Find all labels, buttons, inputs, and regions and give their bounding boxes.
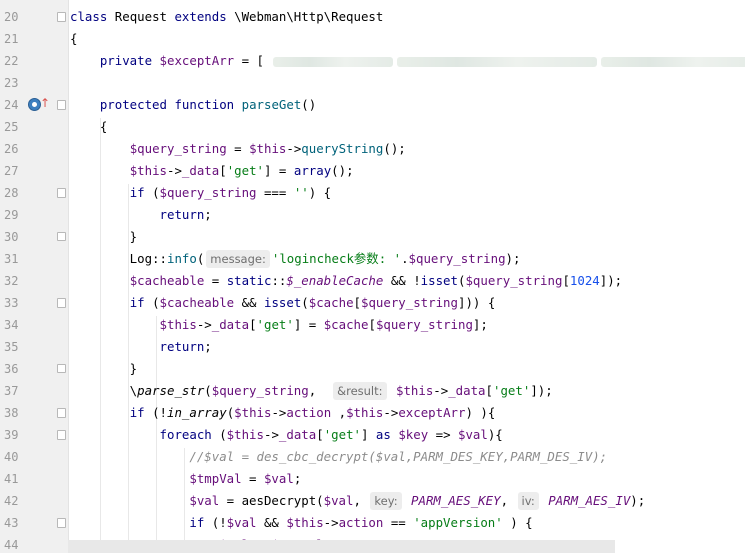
code-line[interactable]: 24 ↑ protected function parseGet() xyxy=(0,94,745,116)
fold-open-icon[interactable] xyxy=(57,298,66,308)
line-number[interactable]: 37 xyxy=(4,380,26,402)
code-line[interactable]: 30 } xyxy=(0,226,745,248)
line-number[interactable]: 32 xyxy=(4,270,26,292)
code-line[interactable]: 36 } xyxy=(0,358,745,380)
fold-open-icon[interactable] xyxy=(57,430,66,440)
fold-open-icon[interactable] xyxy=(57,100,66,110)
line-number[interactable]: 27 xyxy=(4,160,26,182)
fold-close-icon[interactable] xyxy=(57,232,66,241)
code-editor[interactable]: 20 class Request extends \Webman\Http\Req… xyxy=(0,0,745,553)
line-number[interactable]: 31 xyxy=(4,248,26,270)
fold-open-icon[interactable] xyxy=(57,408,66,418)
line-number[interactable]: 30 xyxy=(4,226,26,248)
code-line[interactable]: 32 $cacheable = static::$_enableCache &&… xyxy=(0,270,745,292)
line-number[interactable]: 40 xyxy=(4,446,26,468)
horizontal-scrollbar[interactable] xyxy=(68,540,615,553)
code-text[interactable]: { xyxy=(70,116,107,138)
code-line[interactable]: 37 \parse_str($query_string, &result: $t… xyxy=(0,380,745,402)
code-text[interactable]: } xyxy=(70,358,137,380)
code-text[interactable]: if ($query_string === '') { xyxy=(70,182,331,204)
line-number[interactable]: 42 xyxy=(4,490,26,512)
code-line[interactable]: 26 $query_string = $this->queryString(); xyxy=(0,138,745,160)
code-text[interactable]: if (!in_array($this->action ,$this->exce… xyxy=(70,402,496,424)
code-line[interactable]: 20 class Request extends \Webman\Http\Req… xyxy=(0,6,745,28)
code-line[interactable]: 41 $tmpVal = $val; xyxy=(0,468,745,490)
code-line[interactable]: 27 $this->_data['get'] = array(); xyxy=(0,160,745,182)
line-number[interactable]: 43 xyxy=(4,512,26,534)
line-number[interactable]: 39 xyxy=(4,424,26,446)
line-number[interactable]: 23 xyxy=(4,72,26,94)
code-line[interactable]: 22 private $exceptArr = [ xyxy=(0,50,745,72)
fold-open-icon[interactable] xyxy=(57,518,66,528)
code-line[interactable]: 31 Log::info(message:'loginсheck参数: '.$q… xyxy=(0,248,745,270)
code-text[interactable]: if ($cacheable && isset($cache[$query_st… xyxy=(70,292,496,314)
fold-close-icon[interactable] xyxy=(57,364,66,373)
code-text[interactable]: \parse_str($query_string, &result: $this… xyxy=(70,380,553,402)
code-line[interactable]: 35 return; xyxy=(0,336,745,358)
fold-open-icon[interactable] xyxy=(57,12,66,22)
line-number[interactable]: 22 xyxy=(4,50,26,72)
line-number[interactable]: 34 xyxy=(4,314,26,336)
line-number[interactable]: 24 xyxy=(4,94,26,116)
code-text[interactable]: class Request extends \Webman\Http\Reque… xyxy=(70,6,383,28)
code-text[interactable]: return; xyxy=(70,204,212,226)
line-number[interactable]: 26 xyxy=(4,138,26,160)
code-text[interactable]: $cacheable = static::$_enableCache && !i… xyxy=(70,270,622,292)
override-arrow-icon[interactable]: ↑ xyxy=(40,96,50,110)
code-line[interactable]: 23 xyxy=(0,72,745,94)
line-number[interactable]: 36 xyxy=(4,358,26,380)
code-text[interactable]: } xyxy=(70,226,137,248)
line-number[interactable]: 21 xyxy=(4,28,26,50)
line-number[interactable]: 29 xyxy=(4,204,26,226)
line-number[interactable]: 41 xyxy=(4,468,26,490)
code-line[interactable]: 29 return; xyxy=(0,204,745,226)
line-number[interactable]: 25 xyxy=(4,116,26,138)
code-text[interactable]: private $exceptArr = [ xyxy=(70,50,745,72)
fold-open-icon[interactable] xyxy=(57,188,66,198)
line-number[interactable]: 38 xyxy=(4,402,26,424)
code-text[interactable]: { xyxy=(70,28,77,50)
code-text[interactable]: $this->_data['get'] = $cache[$query_stri… xyxy=(70,314,488,336)
code-line[interactable]: 34 $this->_data['get'] = $cache[$query_s… xyxy=(0,314,745,336)
code-line[interactable]: 38 if (!in_array($this->action ,$this->e… xyxy=(0,402,745,424)
line-number[interactable]: 33 xyxy=(4,292,26,314)
code-line[interactable]: 42 $val = aesDecrypt($val, key: PARM_AES… xyxy=(0,490,745,512)
code-line[interactable]: 21 { xyxy=(0,28,745,50)
code-text[interactable]: protected function parseGet() xyxy=(70,94,316,116)
code-text[interactable]: //$val = des_cbc_decrypt($val,PARM_DES_K… xyxy=(70,446,607,468)
code-text[interactable]: return; xyxy=(70,336,212,358)
line-number[interactable]: 28 xyxy=(4,182,26,204)
code-line[interactable]: 33 if ($cacheable && isset($cache[$query… xyxy=(0,292,745,314)
code-text[interactable]: $tmpVal = $val; xyxy=(70,468,301,490)
code-text[interactable]: $query_string = $this->queryString(); xyxy=(70,138,406,160)
code-line[interactable]: 28 if ($query_string === '') { xyxy=(0,182,745,204)
code-text[interactable]: if (!$val && $this->action == 'appVersio… xyxy=(70,512,532,534)
code-text[interactable]: Log::info(message:'loginсheck参数: '.$quer… xyxy=(70,248,520,270)
code-line[interactable]: 40 //$val = des_cbc_decrypt($val,PARM_DE… xyxy=(0,446,745,468)
code-line[interactable]: 43 if (!$val && $this->action == 'appVer… xyxy=(0,512,745,534)
code-text[interactable]: foreach ($this->_data['get'] as $key => … xyxy=(70,424,503,446)
code-line[interactable]: 39 foreach ($this->_data['get'] as $key … xyxy=(0,424,745,446)
line-number[interactable]: 20 xyxy=(4,6,26,28)
code-text[interactable]: $val = aesDecrypt($val, key: PARM_AES_KE… xyxy=(70,490,645,512)
code-line[interactable]: 25 { xyxy=(0,116,745,138)
line-number[interactable]: 35 xyxy=(4,336,26,358)
code-text[interactable]: $this->_data['get'] = array(); xyxy=(70,160,354,182)
